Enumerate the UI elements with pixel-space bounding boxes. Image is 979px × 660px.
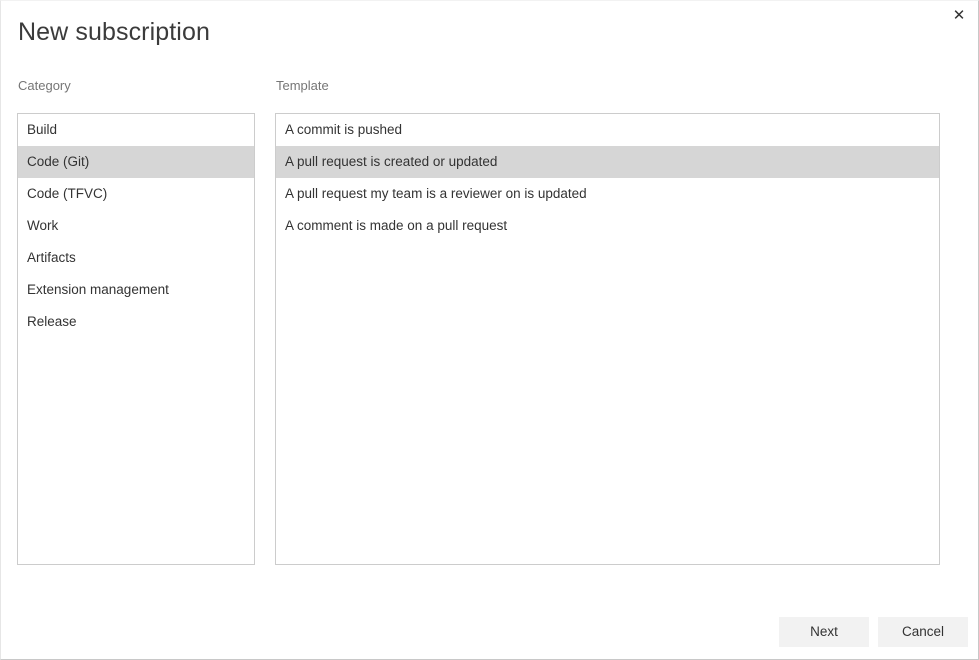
category-list[interactable]: Build Code (Git) Code (TFVC) Work Artifacts E… xyxy=(17,113,255,565)
category-list-item[interactable]: Release xyxy=(18,306,254,338)
category-list-item[interactable]: Artifacts xyxy=(18,242,254,274)
category-label: Category xyxy=(18,78,71,93)
cancel-button[interactable]: Cancel xyxy=(878,617,968,647)
category-list-item[interactable]: Work xyxy=(18,210,254,242)
close-icon[interactable]: ✕ xyxy=(945,3,973,27)
category-list-item[interactable]: Extension management xyxy=(18,274,254,306)
next-button[interactable]: Next xyxy=(779,617,869,647)
template-list-item[interactable]: A comment is made on a pull request xyxy=(276,210,939,242)
page-title: New subscription xyxy=(18,18,210,46)
dialog-button-bar: Next Cancel xyxy=(1,617,979,647)
category-list-item[interactable]: Code (TFVC) xyxy=(18,178,254,210)
template-list-item[interactable]: A pull request my team is a reviewer on … xyxy=(276,178,939,210)
template-list[interactable]: A commit is pushed A pull request is crea… xyxy=(275,113,940,565)
new-subscription-dialog: ✕ New subscription Category Template Bui… xyxy=(0,0,979,660)
template-label: Template xyxy=(276,78,329,93)
category-list-item[interactable]: Build xyxy=(18,114,254,146)
category-list-item[interactable]: Code (Git) xyxy=(18,146,254,178)
template-list-item[interactable]: A pull request is created or updated xyxy=(276,146,939,178)
template-list-item[interactable]: A commit is pushed xyxy=(276,114,939,146)
